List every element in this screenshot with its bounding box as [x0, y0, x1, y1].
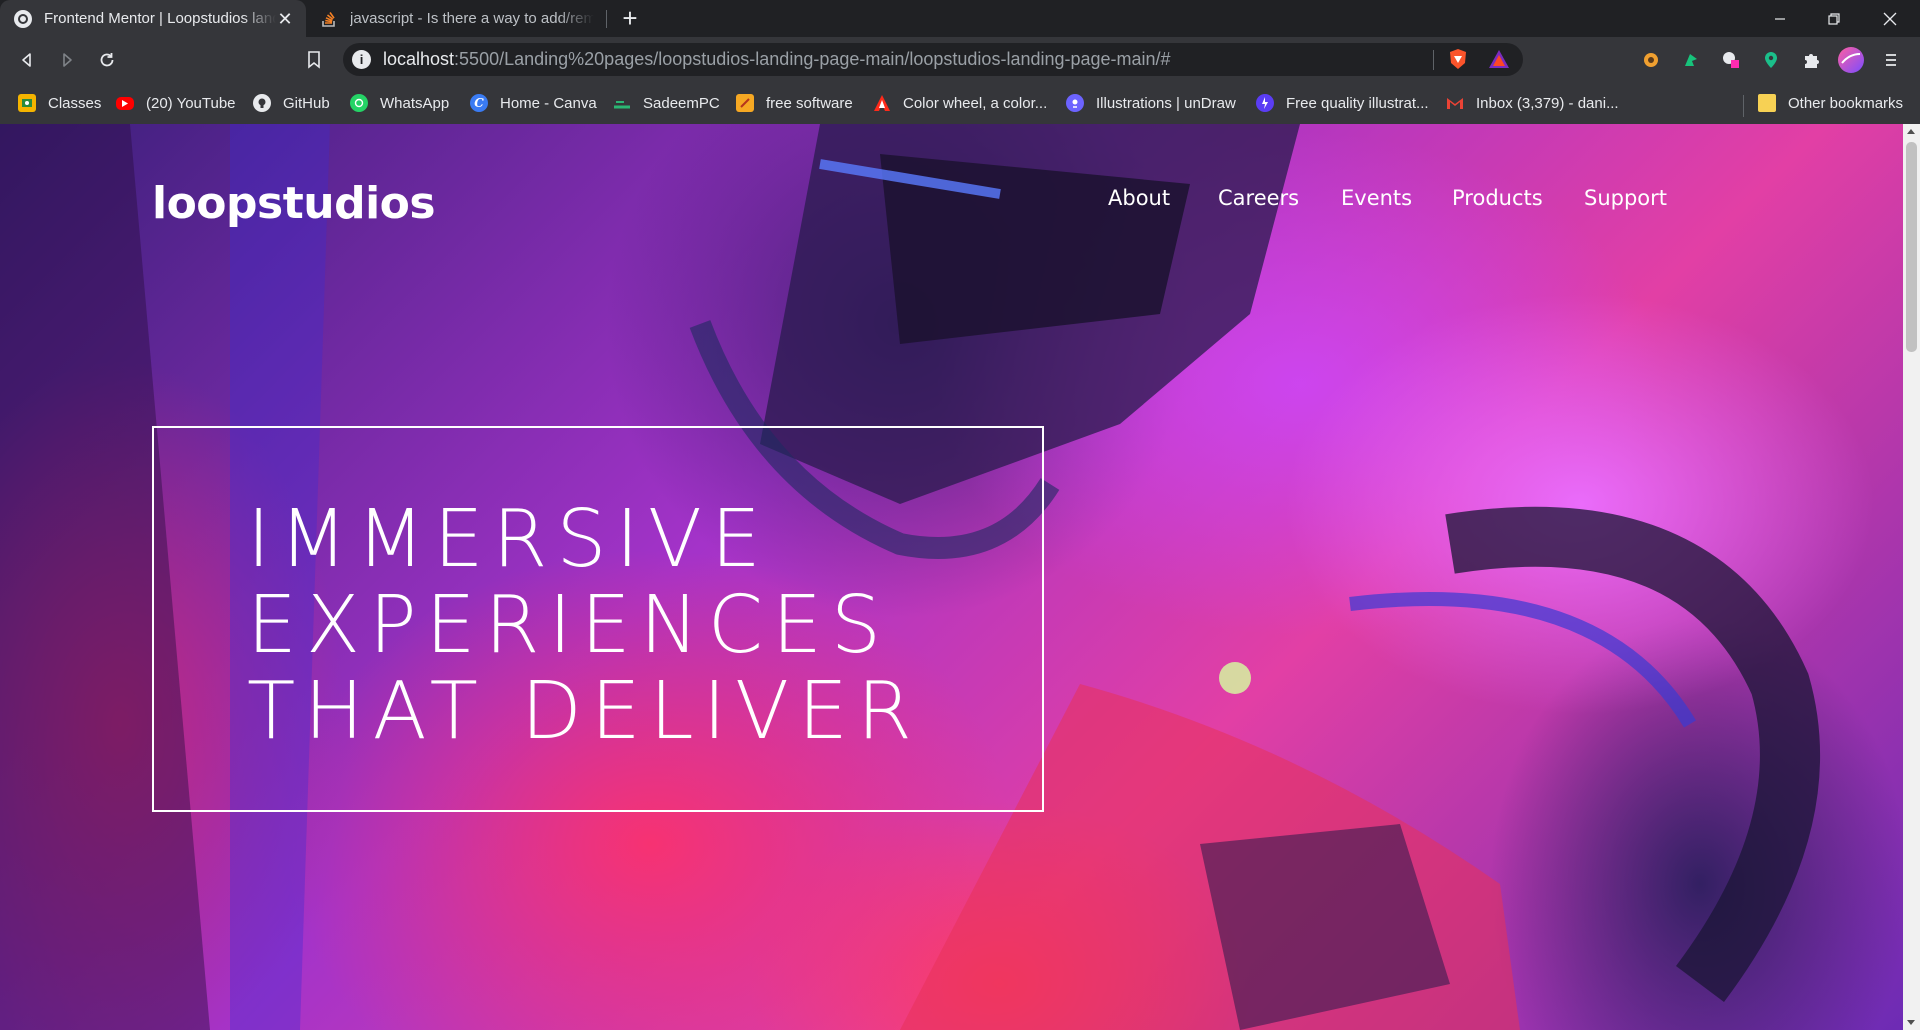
youtube-icon — [116, 96, 134, 110]
bookmarks-separator — [1743, 95, 1744, 117]
bookmark-page-button[interactable] — [297, 43, 331, 77]
browser-menu-icon[interactable] — [1880, 49, 1902, 71]
hero-heading-line-3: THAT DELIVER — [247, 665, 921, 757]
bookmark-label: Illustrations | unDraw — [1096, 94, 1236, 112]
brave-shields-icon[interactable] — [1447, 48, 1469, 70]
forward-arrow-icon — [63, 53, 72, 67]
restore-button[interactable] — [1806, 0, 1862, 37]
tab-title: javascript - Is there a way to add/remov… — [350, 10, 594, 27]
other-bookmarks[interactable]: Other bookmarks — [1758, 91, 1903, 115]
illustration-icon — [1256, 94, 1274, 112]
bookmark-label: Color wheel, a color... — [903, 94, 1048, 112]
address-bar[interactable]: i localhost:5500/Landing%20pages/loopstu… — [343, 43, 1523, 76]
site-info-icon[interactable]: i — [352, 50, 371, 69]
bookmark-sadeempc[interactable]: SadeemPC — [613, 91, 720, 115]
hero-heading-box: IMMERSIVE EXPERIENCES THAT DELIVER — [152, 426, 1044, 812]
nav-link-support[interactable]: Support — [1584, 186, 1667, 210]
tab-stackoverflow[interactable]: javascript - Is there a way to add/remov… — [306, 0, 606, 37]
sadeempc-icon — [613, 94, 631, 112]
bookmark-label: free software — [766, 94, 853, 112]
bookmark-label: GitHub — [283, 94, 330, 112]
bookmark-github[interactable]: GitHub — [253, 91, 330, 115]
tab-separator — [606, 10, 607, 28]
bookmark-canva[interactable]: C Home - Canva — [470, 91, 597, 115]
page-scrollbar[interactable] — [1903, 124, 1920, 1030]
bookmark-icon — [308, 51, 320, 69]
bookmark-youtube[interactable]: (20) YouTube — [116, 91, 236, 115]
bookmark-color-wheel[interactable]: Color wheel, a color... — [873, 91, 1047, 115]
minimize-button[interactable] — [1752, 0, 1808, 37]
omnibox-divider — [1433, 50, 1434, 70]
bookmark-label: Home - Canva — [500, 94, 597, 112]
color-picker-extension-icon[interactable] — [1720, 49, 1742, 71]
github-icon — [253, 94, 271, 112]
location-pin-extension-icon[interactable] — [1760, 49, 1782, 71]
whatsapp-icon — [350, 94, 368, 112]
browser-toolbar: i localhost:5500/Landing%20pages/loopstu… — [0, 37, 1920, 82]
bookmarks-bar: Classes (20) YouTube GitHub WhatsApp C H… — [0, 82, 1920, 124]
reload-button[interactable] — [90, 43, 124, 77]
reload-icon — [100, 53, 114, 67]
stackoverflow-favicon-icon — [320, 10, 338, 28]
bookmark-free-software[interactable]: free software — [736, 91, 853, 115]
bookmark-label: (20) YouTube — [146, 94, 236, 112]
hero-heading-line-1: IMMERSIVE — [247, 493, 770, 585]
tab-frontend-mentor[interactable]: Frontend Mentor | Loopstudios landing pa… — [0, 0, 306, 37]
bookmark-label: Classes — [48, 94, 102, 112]
bookmark-label: Inbox (3,379) - dani... — [1476, 94, 1619, 112]
bookmark-label: Other bookmarks — [1788, 94, 1904, 112]
frontend-mentor-favicon-icon — [14, 9, 32, 28]
google-classroom-icon — [18, 94, 36, 112]
nav-link-events[interactable]: Events — [1341, 186, 1412, 210]
forward-button[interactable] — [50, 43, 84, 77]
close-tab-icon[interactable]: ✕ — [276, 10, 294, 28]
extensions-puzzle-icon[interactable] — [1800, 49, 1822, 71]
undraw-icon — [1066, 94, 1084, 112]
nav-link-products[interactable]: Products — [1452, 186, 1543, 210]
back-arrow-icon — [22, 53, 31, 67]
scroll-down-arrow-icon[interactable] — [1907, 1020, 1915, 1025]
scroll-up-arrow-icon[interactable] — [1907, 129, 1915, 134]
bookmark-label: Free quality illustrat... — [1286, 94, 1429, 112]
profile-avatar[interactable] — [1838, 47, 1864, 73]
extension-puzzle-colored-icon[interactable] — [1640, 49, 1662, 71]
bookmark-undraw[interactable]: Illustrations | unDraw — [1066, 91, 1236, 115]
close-window-button[interactable] — [1862, 0, 1918, 37]
back-button[interactable] — [10, 43, 44, 77]
canva-icon: C — [470, 94, 488, 112]
hero-heading-line-2: EXPERIENCES — [247, 579, 891, 671]
bookmark-free-illustrations[interactable]: Free quality illustrat... — [1256, 91, 1429, 115]
bookmark-gmail[interactable]: Inbox (3,379) - dani... — [1446, 91, 1619, 115]
green-bird-extension-icon[interactable] — [1680, 49, 1702, 71]
folder-icon — [1758, 94, 1776, 112]
scrollbar-thumb[interactable] — [1906, 142, 1917, 352]
bookmark-label: WhatsApp — [380, 94, 450, 112]
url-text[interactable]: localhost:5500/Landing%20pages/loopstudi… — [383, 49, 1171, 70]
bookmark-label: SadeemPC — [643, 94, 720, 112]
gmail-icon — [1446, 94, 1464, 112]
adobe-color-icon — [873, 94, 891, 112]
nav-link-about[interactable]: About — [1108, 186, 1170, 210]
new-tab-button[interactable]: + — [616, 4, 644, 32]
brave-rewards-icon[interactable] — [1488, 48, 1510, 70]
bookmark-classes[interactable]: Classes — [18, 91, 101, 115]
hero-section: loopstudios About Careers Events Product… — [0, 124, 1903, 1030]
nav-link-careers[interactable]: Careers — [1218, 186, 1299, 210]
site-logo[interactable]: loopstudios — [152, 178, 436, 229]
bookmark-whatsapp[interactable]: WhatsApp — [350, 91, 449, 115]
tab-strip: Frontend Mentor | Loopstudios landing pa… — [0, 0, 1920, 37]
tab-title: Frontend Mentor | Loopstudios landing pa… — [44, 10, 276, 27]
folder-software-icon — [736, 94, 754, 112]
